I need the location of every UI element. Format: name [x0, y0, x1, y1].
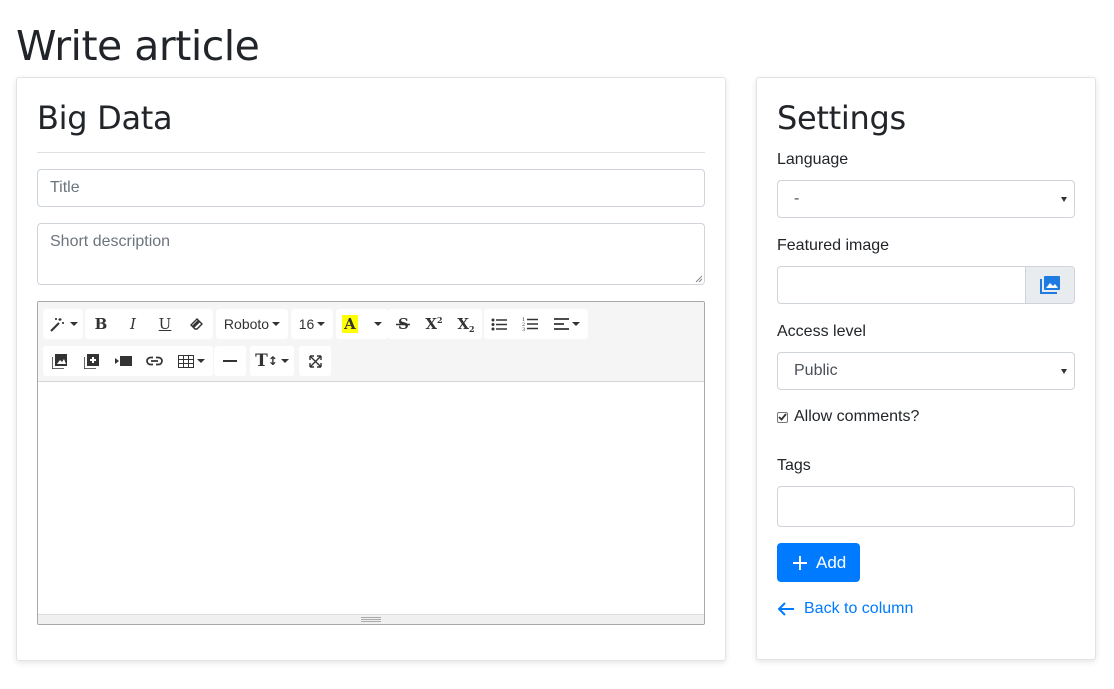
image-icon [1040, 276, 1060, 294]
paragraph-group: 123 [484, 309, 588, 339]
resize-handle-icon[interactable] [695, 275, 703, 283]
tags-label: Tags [777, 457, 811, 474]
unordered-list-icon [491, 318, 507, 330]
subscript-button[interactable]: X2 [450, 309, 482, 339]
color-group: A [336, 309, 388, 339]
insert-file-button[interactable] [75, 346, 107, 376]
superscript-mark: 2 [437, 315, 443, 325]
allow-comments-row: Allow comments? [777, 408, 919, 426]
back-link-label: Back to column [804, 600, 914, 617]
svg-text:3: 3 [522, 327, 525, 331]
language-label: Language [777, 151, 849, 168]
font-size-value: 16 [298, 316, 315, 332]
choose-image-button[interactable] [1025, 267, 1074, 303]
insert-group [43, 346, 213, 376]
page-title: Write article [16, 22, 260, 70]
style-group [43, 309, 83, 339]
line-height-label: T [255, 351, 268, 371]
bold-button[interactable]: B [85, 309, 117, 339]
ordered-list-icon: 123 [522, 317, 538, 331]
editor-toolbar: B I U Roboto 16 A S X2 X 2 1 2 3 T ↕ [38, 302, 704, 382]
settings-heading: Settings [777, 99, 906, 137]
insert-table-dropdown[interactable] [169, 346, 213, 376]
allow-comments-label: Allow comments? [794, 408, 920, 425]
access-level-value: Public [794, 362, 838, 379]
add-button[interactable]: Add [777, 543, 860, 582]
align-icon [554, 318, 569, 330]
font-name-group: Roboto [216, 309, 288, 339]
insert-picture-button[interactable] [43, 346, 75, 376]
short-description-input[interactable]: Short description [37, 223, 705, 285]
allow-comments-checkbox[interactable] [777, 411, 788, 423]
underline-button[interactable]: U [149, 309, 181, 339]
short-description-placeholder: Short description [50, 233, 171, 250]
eraser-icon [190, 318, 203, 330]
add-button-label: Add [816, 552, 847, 572]
link-icon [145, 356, 163, 366]
hr-group [214, 346, 246, 376]
access-level-label: Access level [777, 323, 866, 340]
featured-image-field[interactable] [777, 266, 1075, 304]
color-button[interactable]: A [336, 309, 364, 339]
font-size-group: 16 [291, 309, 333, 339]
tags-input[interactable] [777, 486, 1075, 527]
plus-icon [793, 555, 807, 570]
title-input[interactable]: Title [37, 169, 705, 207]
grip-icon [361, 617, 381, 622]
horizontal-rule-button[interactable] [214, 346, 246, 376]
fullscreen-button[interactable] [299, 346, 331, 376]
back-to-column-link[interactable]: Back to column [777, 600, 913, 618]
line-height-dropdown[interactable]: T ↕ [250, 346, 294, 376]
access-level-select[interactable]: Public [777, 352, 1075, 390]
strikethrough-icon: S [396, 316, 410, 332]
ordered-list-button[interactable]: 123 [514, 309, 546, 339]
language-value: - [794, 190, 800, 207]
italic-button[interactable]: I [117, 309, 149, 339]
settings-card: Settings Language - Featured image Acces… [756, 77, 1096, 660]
font-name-dropdown[interactable]: Roboto [216, 309, 288, 339]
add-file-icon [83, 353, 99, 369]
magic-wand-icon [49, 318, 64, 332]
insert-video-button[interactable] [107, 346, 139, 376]
font-style-group: B I U [85, 309, 213, 339]
strikethrough-button[interactable]: S [388, 309, 418, 339]
featured-image-label: Featured image [777, 237, 890, 254]
rich-text-editor: B I U Roboto 16 A S X2 X 2 1 2 3 T ↕ [37, 301, 705, 625]
fullscreen-icon [308, 354, 322, 368]
script-group: S X2 X2 [388, 309, 482, 339]
chevron-down-icon [1061, 197, 1067, 202]
language-select[interactable]: - [777, 180, 1075, 218]
color-letter: A [342, 315, 358, 333]
font-name-value: Roboto [223, 316, 270, 332]
unordered-list-button[interactable] [484, 309, 514, 339]
article-heading: Big Data [37, 99, 173, 137]
article-editor-card: Big Data Title Short description B I U R… [16, 77, 726, 661]
insert-link-button[interactable] [139, 346, 169, 376]
color-dropdown[interactable] [364, 309, 388, 339]
video-icon [114, 356, 132, 366]
chevron-down-icon [1061, 369, 1067, 374]
picture-icon [51, 353, 67, 369]
horizontal-rule-icon [223, 360, 237, 362]
subscript-mark: 2 [469, 324, 475, 334]
editor-resize-bar[interactable] [38, 614, 704, 624]
editor-content-area[interactable] [38, 382, 704, 616]
view-group [299, 346, 331, 376]
checkmark-icon [778, 413, 787, 421]
line-height-arrow: ↕ [267, 354, 278, 368]
superscript-button[interactable]: X2 [418, 309, 450, 339]
table-icon [177, 354, 194, 368]
height-group: T ↕ [250, 346, 294, 376]
superscript-label: X [425, 315, 438, 333]
subscript-label: X [457, 315, 470, 333]
align-dropdown[interactable] [546, 309, 588, 339]
eraser-button[interactable] [181, 309, 213, 339]
arrow-left-icon [777, 602, 794, 616]
font-size-dropdown[interactable]: 16 [291, 309, 333, 339]
divider [37, 152, 705, 153]
style-button[interactable] [43, 309, 83, 339]
